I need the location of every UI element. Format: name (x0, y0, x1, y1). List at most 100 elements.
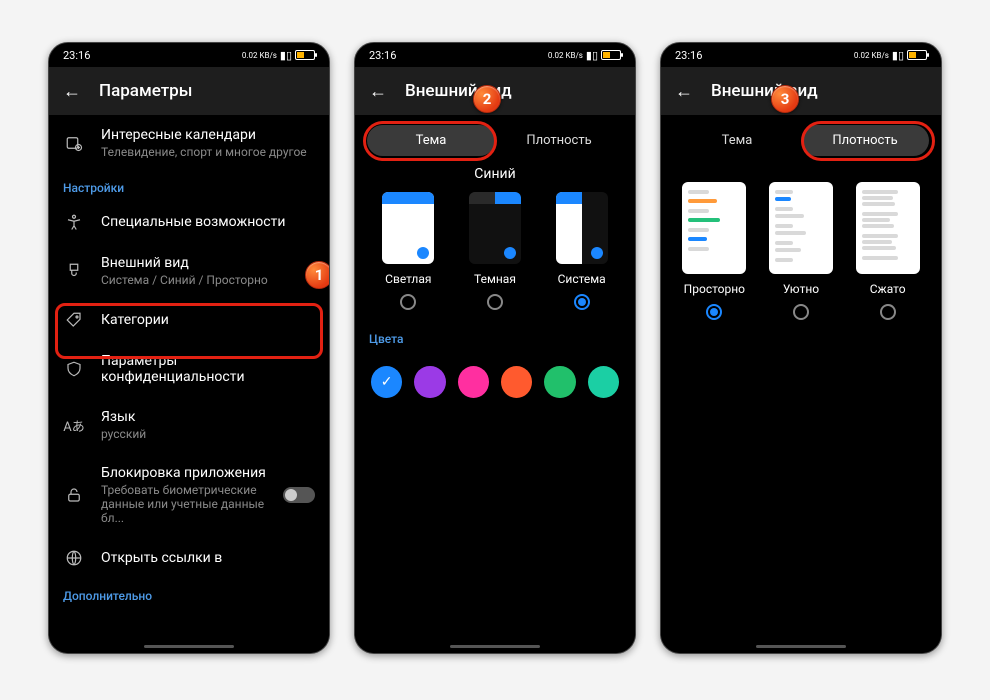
radio-dark[interactable] (487, 294, 503, 310)
status-right: 0.02 KB/s ▮▯ (854, 49, 927, 62)
density-label: Уютно (783, 282, 819, 296)
check-icon: ✓ (381, 374, 393, 390)
signal-icon: ▮▯ (280, 49, 292, 62)
density-option-spacious[interactable]: Просторно (682, 182, 746, 320)
row-sub: русский (101, 427, 315, 441)
appearance-density-content: Тема Плотность Просторно (661, 115, 941, 653)
row-title: Интересные календари (101, 127, 315, 143)
density-label: Просторно (684, 282, 745, 296)
language-icon: Aあ (63, 416, 85, 435)
row-title: Категории (101, 312, 315, 328)
accessibility-icon (63, 213, 85, 231)
swatch-blue[interactable]: ✓ (371, 366, 402, 398)
row-language[interactable]: Aあ Язык русский (49, 397, 329, 453)
battery-icon (907, 50, 927, 60)
swatch-purple[interactable] (414, 366, 445, 398)
density-option-cozy[interactable]: Уютно (769, 182, 833, 320)
section-more: Дополнительно (49, 579, 329, 609)
step-badge-2: 2 (473, 85, 501, 113)
radio-spacious[interactable] (706, 304, 722, 320)
tag-icon (63, 311, 85, 329)
battery-icon (601, 50, 621, 60)
phone-pane-1: 23:16 0.02 KB/s ▮▯ ← Параметры Интересны… (48, 42, 330, 654)
status-bar: 23:16 0.02 KB/s ▮▯ (661, 43, 941, 67)
globe-icon (63, 549, 85, 567)
tab-theme[interactable]: Тема (673, 125, 801, 156)
density-card-cozy (769, 182, 833, 274)
status-right: 0.02 KB/s ▮▯ (242, 49, 315, 62)
back-icon[interactable]: ← (63, 81, 81, 102)
density-card-spacious (682, 182, 746, 274)
app-header: ← Параметры (49, 67, 329, 115)
shield-icon (63, 360, 85, 378)
theme-color-name: Синий (355, 166, 635, 182)
tabs: Тема Плотность (367, 125, 623, 156)
row-accessibility[interactable]: Специальные возможности (49, 201, 329, 243)
status-net: 0.02 KB/s (242, 51, 277, 60)
row-title: Параметры конфиденциальности (101, 353, 315, 385)
section-colors: Цвета (355, 322, 635, 352)
appearance-theme-content: Тема Плотность Синий Светлая Темная Сист… (355, 115, 635, 653)
row-title: Блокировка приложения (101, 465, 267, 481)
status-right: 0.02 KB/s ▮▯ (548, 49, 621, 62)
phone-pane-3: 23:16 0.02 KB/s ▮▯ ← Внешний вид Тема Пл… (660, 42, 942, 654)
radio-light[interactable] (400, 294, 416, 310)
density-card-compact (856, 182, 920, 274)
radio-cozy[interactable] (793, 304, 809, 320)
lock-icon (63, 486, 85, 504)
signal-icon: ▮▯ (892, 49, 904, 62)
signal-icon: ▮▯ (586, 49, 598, 62)
tab-density[interactable]: Плотность (801, 125, 929, 156)
status-net: 0.02 KB/s (854, 51, 889, 60)
swatch-pink[interactable] (458, 366, 489, 398)
app-header: ← Внешний вид (661, 67, 941, 115)
paintbrush-icon (63, 262, 85, 280)
battery-icon (295, 50, 315, 60)
section-settings: Настройки (49, 171, 329, 201)
status-time: 23:16 (675, 49, 702, 62)
row-appearance[interactable]: Внешний вид Система / Синий / Просторно (49, 243, 329, 299)
home-indicator[interactable] (756, 645, 846, 648)
header-title: Параметры (99, 81, 192, 101)
row-title: Внешний вид (101, 255, 315, 271)
theme-label: Светлая (385, 272, 431, 286)
density-options: Просторно Уютно (661, 166, 941, 320)
home-indicator[interactable] (450, 645, 540, 648)
swatch-green[interactable] (544, 366, 575, 398)
settings-list[interactable]: Интересные календари Телевидение, спорт … (49, 115, 329, 653)
theme-option-system[interactable]: Система (556, 192, 608, 310)
density-option-compact[interactable]: Сжато (856, 182, 920, 320)
step-badge-3: 3 (771, 85, 799, 113)
calendar-plus-icon (63, 134, 85, 152)
status-bar: 23:16 0.02 KB/s ▮▯ (49, 43, 329, 67)
tab-theme[interactable]: Тема (367, 125, 495, 156)
color-swatches: ✓ (355, 352, 635, 412)
row-categories[interactable]: Категории (49, 299, 329, 341)
row-privacy[interactable]: Параметры конфиденциальности (49, 341, 329, 397)
phone-pane-2: 23:16 0.02 KB/s ▮▯ ← Внешний вид Тема Пл… (354, 42, 636, 654)
radio-system[interactable] (574, 294, 590, 310)
theme-option-light[interactable]: Светлая (382, 192, 434, 310)
theme-option-dark[interactable]: Темная (469, 192, 521, 310)
swatch-orange[interactable] (501, 366, 532, 398)
header-title: Внешний вид (711, 81, 818, 101)
status-time: 23:16 (369, 49, 396, 62)
row-app-lock[interactable]: Блокировка приложения Требовать биометри… (49, 453, 329, 537)
app-lock-toggle[interactable] (283, 487, 315, 503)
row-sub: Телевидение, спорт и многое другое (101, 145, 315, 159)
status-time: 23:16 (63, 49, 90, 62)
swatch-teal[interactable] (588, 366, 619, 398)
back-icon[interactable]: ← (369, 81, 387, 102)
row-title: Открыть ссылки в (101, 550, 315, 566)
row-sub: Система / Синий / Просторно (101, 273, 315, 287)
home-indicator[interactable] (144, 645, 234, 648)
theme-options: Светлая Темная Система (355, 192, 635, 310)
density-label: Сжато (870, 282, 906, 296)
radio-compact[interactable] (880, 304, 896, 320)
row-open-links[interactable]: Открыть ссылки в (49, 537, 329, 579)
tab-density[interactable]: Плотность (495, 125, 623, 156)
row-interesting-calendars[interactable]: Интересные календари Телевидение, спорт … (49, 115, 329, 171)
row-title: Специальные возможности (101, 214, 315, 230)
back-icon[interactable]: ← (675, 81, 693, 102)
tabs: Тема Плотность (673, 125, 929, 156)
